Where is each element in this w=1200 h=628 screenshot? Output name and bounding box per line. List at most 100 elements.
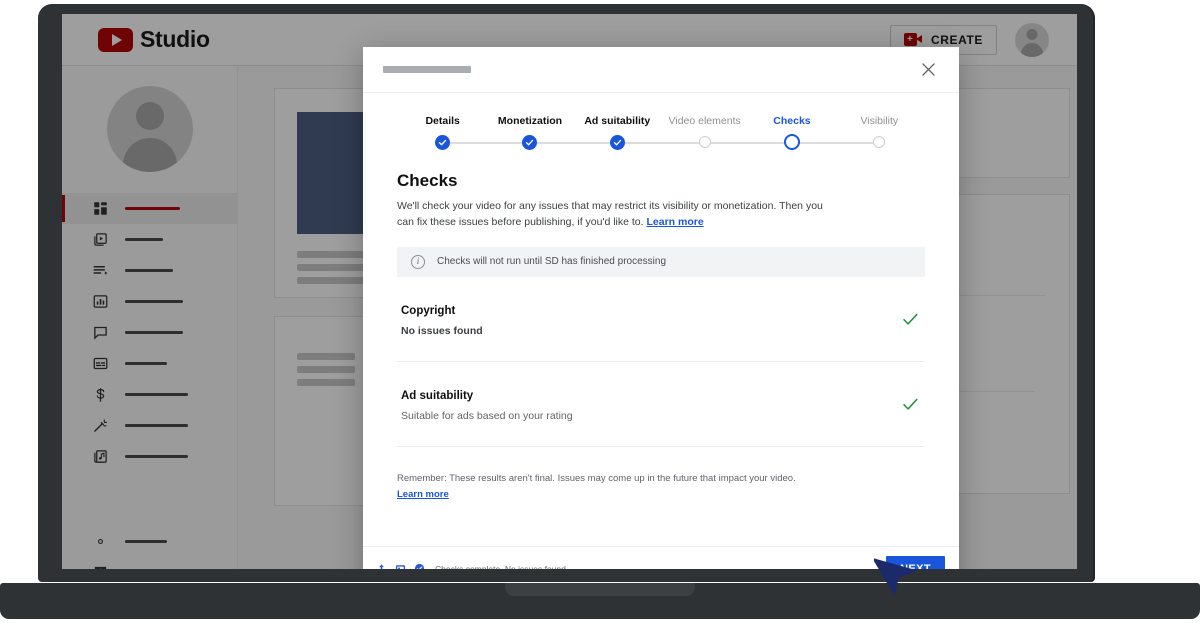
- text-placeholder-line: [297, 353, 355, 360]
- checks-shield-icon: [413, 563, 425, 569]
- processing-notice-text: Checks will not run until SD has finishe…: [437, 256, 666, 268]
- remember-line-1: Remember: These results aren't final. Is…: [397, 472, 716, 484]
- footer-status-text: Checks complete. No issues found.: [435, 563, 569, 570]
- screenshot-stage: Studio + CREATE Details Monetization Ad …: [0, 0, 1200, 628]
- green-check-icon: [901, 395, 919, 413]
- channel-avatar-icon: [106, 85, 193, 172]
- comments-icon: [92, 325, 108, 341]
- sidebar-item-label: [125, 393, 188, 396]
- laptop-screen: Studio + CREATE Details Monetization Ad …: [62, 14, 1077, 569]
- studio-brand[interactable]: Studio: [98, 26, 210, 53]
- customization-wand-icon: [92, 418, 108, 434]
- text-placeholder-line: [297, 379, 355, 386]
- step-ad-suitability[interactable]: Ad suitability: [574, 115, 661, 127]
- arrow-pointer-icon: [874, 551, 920, 597]
- sidebar-item-audio-library[interactable]: [62, 441, 237, 472]
- remember-line-2: impact your video.: [718, 472, 796, 484]
- step-complete-check-icon: [435, 134, 451, 150]
- step-monetization[interactable]: Monetization: [486, 115, 573, 127]
- sidebar-item-label: [125, 269, 173, 272]
- sidebar-item-videos[interactable]: [62, 224, 237, 255]
- sidebar-item-analytics[interactable]: [62, 286, 237, 317]
- studio-sidebar: [62, 66, 238, 569]
- audio-library-icon: [92, 449, 108, 465]
- text-placeholder-line: [297, 251, 365, 258]
- youtube-play-icon: [98, 27, 133, 52]
- playlists-icon: [92, 263, 108, 279]
- learn-more-link[interactable]: Learn more: [646, 216, 703, 228]
- sidebar-item-monetization[interactable]: [62, 379, 237, 410]
- sidebar-item-playlists[interactable]: [62, 255, 237, 286]
- step-label: Checks: [773, 115, 811, 127]
- step-label: Ad suitability: [584, 115, 651, 127]
- processing-notice: i Checks will not run until SD has finis…: [397, 246, 925, 277]
- description-line-1: We'll check your video for any issues th…: [397, 200, 823, 212]
- sidebar-item-label: [125, 300, 183, 303]
- video-thumbnail-icon: [394, 563, 406, 569]
- dialog-footer: Checks complete. No issues found. NEXT: [363, 546, 959, 569]
- check-status: Suitable for ads based on your rating: [401, 409, 573, 422]
- page-title: Checks: [397, 171, 458, 190]
- step-label: Visibility: [860, 115, 899, 127]
- dialog-body: Details Monetization Ad suitability Vide…: [363, 93, 959, 546]
- dialog-title-placeholder: [383, 66, 471, 73]
- step-checks[interactable]: Checks: [748, 115, 835, 127]
- step-complete-check-icon: [522, 134, 538, 150]
- check-item-ad-suitability: Ad suitability Suitable for ads based on…: [397, 362, 925, 447]
- account-avatar-icon[interactable]: [1015, 22, 1049, 57]
- step-marker-video-elements[interactable]: [661, 134, 748, 150]
- sidebar-item-feedback[interactable]: [62, 557, 237, 569]
- footer-status-icons: [375, 563, 425, 569]
- text-placeholder-line: [297, 277, 365, 284]
- description-line-2: can fix these issues before publishing, …: [397, 216, 644, 229]
- create-button-label: CREATE: [930, 32, 983, 47]
- text-placeholder-line: [297, 366, 355, 373]
- step-video-elements[interactable]: Video elements: [661, 115, 748, 127]
- text-placeholder-line: [297, 264, 365, 271]
- sidebar-item-label: [125, 540, 167, 543]
- remember-disclaimer: Remember: These results aren't final. Is…: [397, 471, 797, 503]
- channel-summary: [62, 66, 237, 191]
- check-item-copyright: Copyright No issues found: [397, 277, 925, 362]
- step-complete-check-icon: [609, 134, 625, 150]
- step-visibility[interactable]: Visibility: [836, 115, 923, 127]
- check-name: Ad suitability: [401, 389, 474, 402]
- sidebar-item-label: [125, 455, 188, 458]
- info-icon: i: [411, 254, 425, 269]
- step-label: Video elements: [668, 115, 741, 127]
- brand-label: Studio: [140, 26, 210, 52]
- check-name: Copyright: [401, 304, 456, 317]
- sidebar-item-comments[interactable]: [62, 317, 237, 348]
- step-marker-monetization[interactable]: [486, 134, 573, 150]
- upload-stepper: Details Monetization Ad suitability Vide…: [399, 115, 923, 161]
- sidebar-item-dashboard[interactable]: [62, 193, 237, 224]
- subtitles-icon: [92, 356, 108, 372]
- sidebar-item-label: [125, 362, 167, 365]
- sidebar-item-label: [125, 238, 163, 241]
- sidebar-item-subtitles[interactable]: [62, 348, 237, 379]
- step-marker-visibility[interactable]: [836, 134, 923, 150]
- sidebar-item-customization[interactable]: [62, 410, 237, 441]
- step-marker-checks[interactable]: [748, 134, 835, 150]
- dashboard-icon: [92, 201, 108, 217]
- video-camera-plus-icon: +: [903, 33, 922, 46]
- feedback-icon: [92, 565, 108, 569]
- sidebar-nav: [62, 193, 237, 569]
- gear-icon: [92, 534, 108, 550]
- step-label: Monetization: [497, 115, 563, 127]
- step-details[interactable]: Details: [399, 115, 486, 127]
- analytics-icon: [92, 294, 108, 310]
- video-upload-checks-dialog: Details Monetization Ad suitability Vide…: [363, 47, 959, 569]
- upload-icon: [375, 563, 387, 569]
- step-label: Details: [425, 115, 460, 127]
- stepper-markers: [399, 134, 923, 150]
- sidebar-item-label: [125, 331, 183, 334]
- sidebar-divider-space: [62, 472, 237, 488]
- close-icon[interactable]: [915, 57, 941, 83]
- sidebar-item-label: [125, 424, 188, 427]
- step-marker-ad-suitability[interactable]: [574, 134, 661, 150]
- sidebar-item-settings[interactable]: [62, 526, 237, 557]
- step-marker-details[interactable]: [399, 134, 486, 150]
- videos-icon: [92, 232, 108, 248]
- remember-learn-more-link[interactable]: Learn more: [397, 489, 449, 500]
